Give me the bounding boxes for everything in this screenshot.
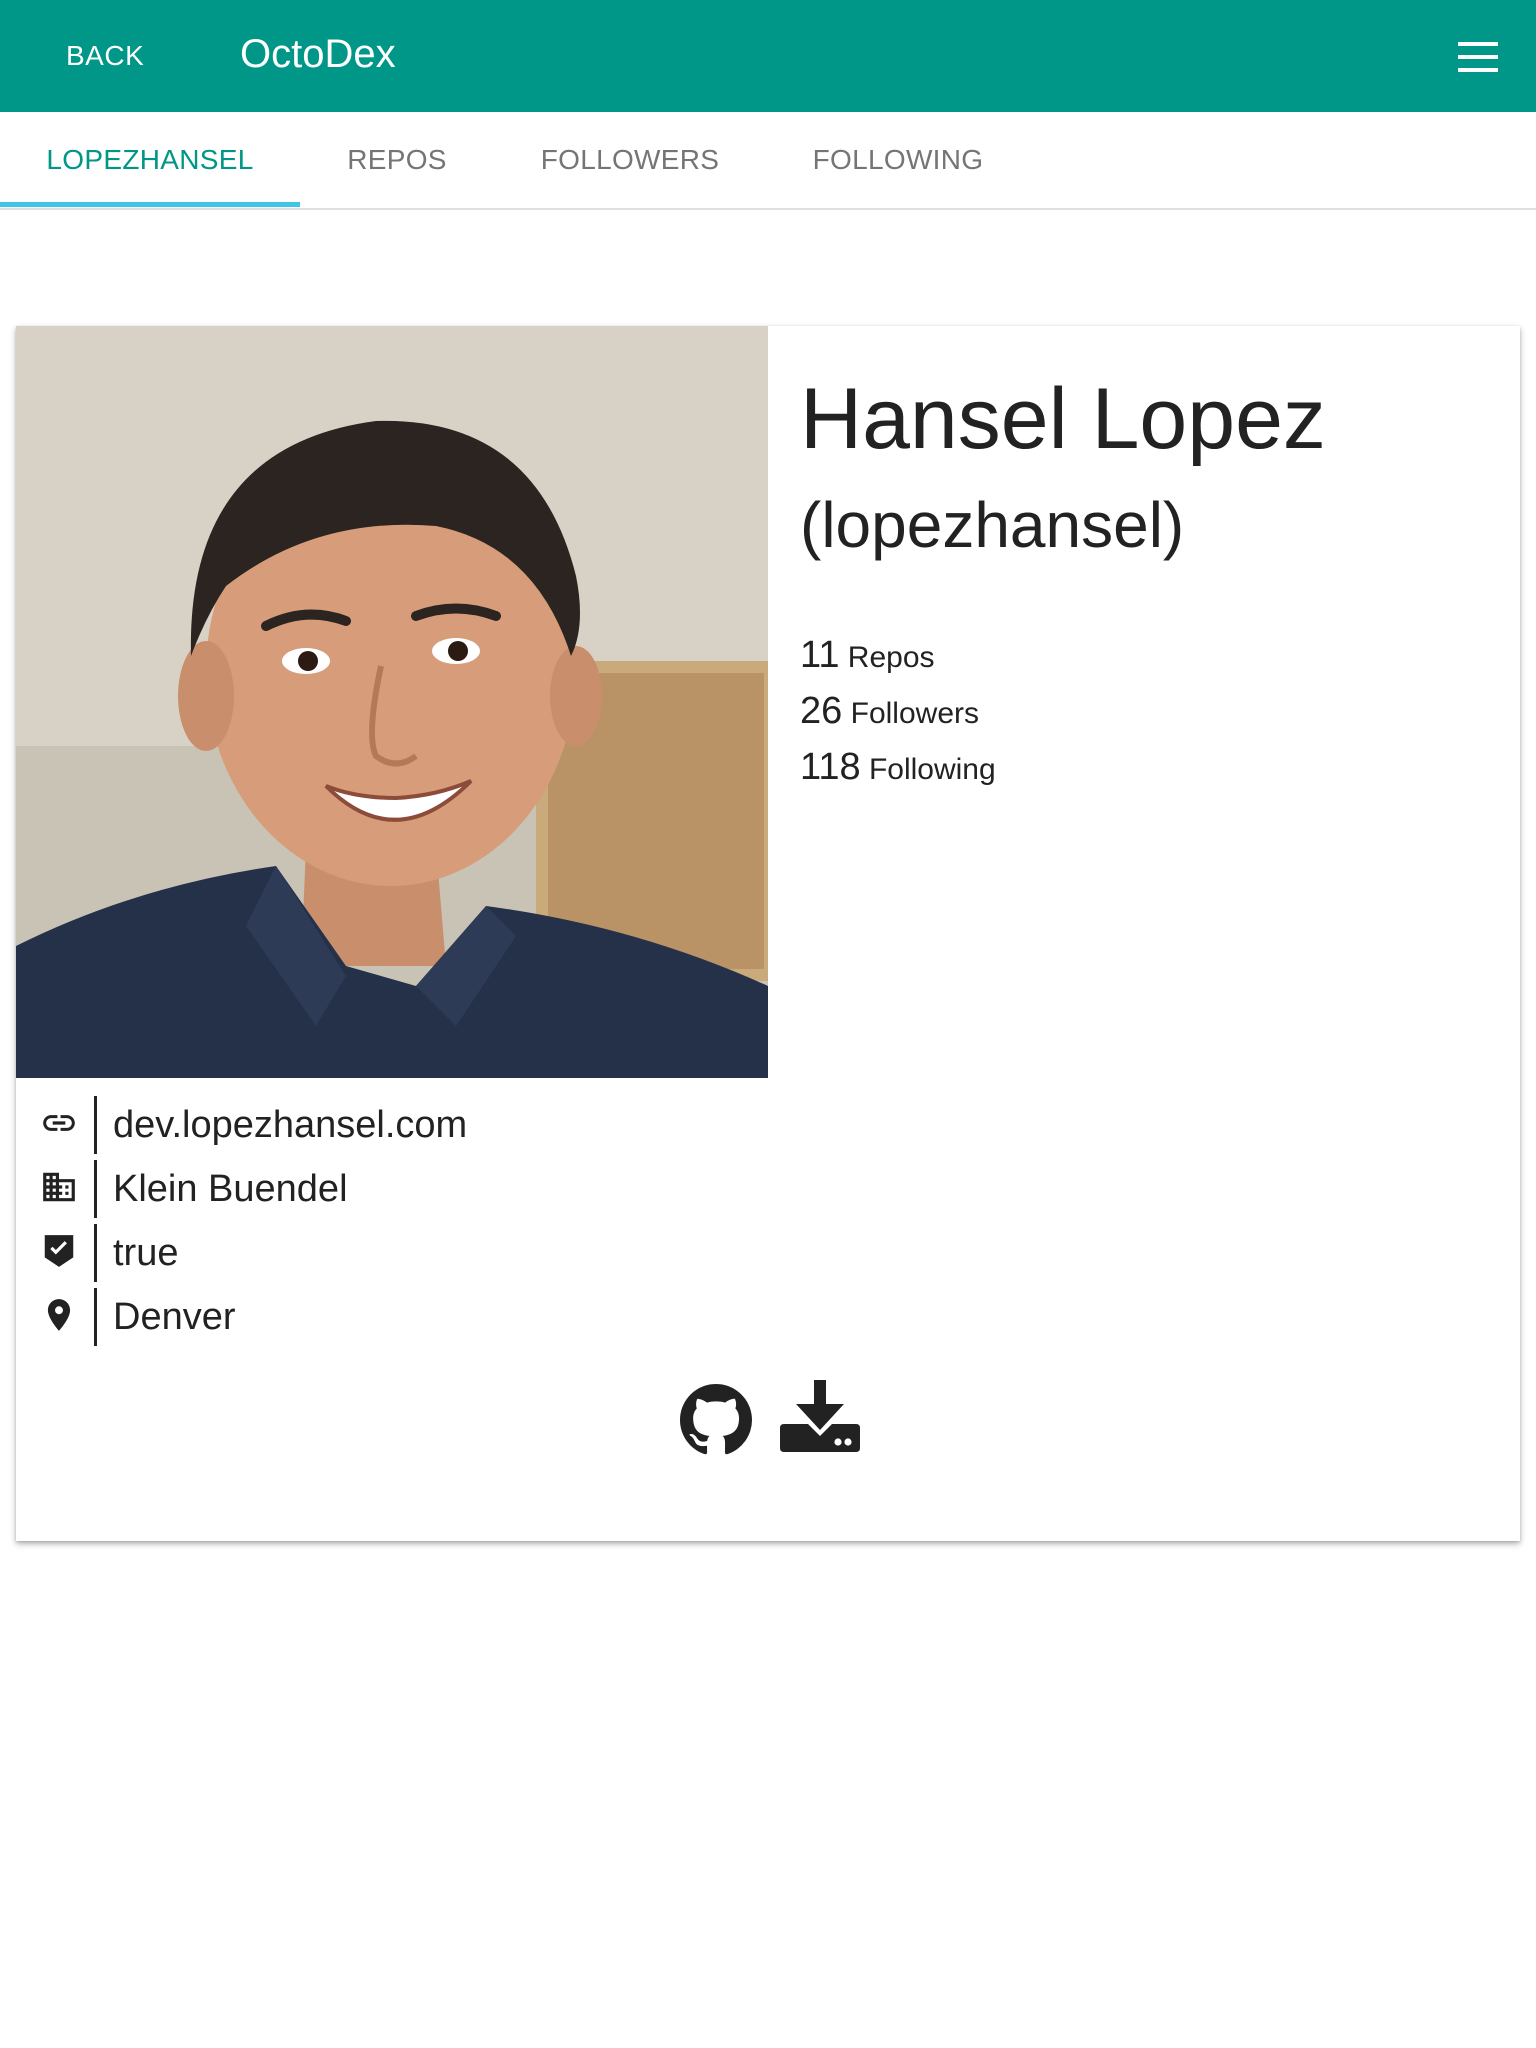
tab-profile[interactable]: LOPEZHANSEL bbox=[0, 112, 300, 208]
stat-repos-label: Repos bbox=[847, 641, 935, 674]
link-icon bbox=[43, 1115, 75, 1131]
detail-divider bbox=[94, 1288, 97, 1346]
detail-company-text: Klein Buendel bbox=[113, 1168, 348, 1210]
download-icon[interactable] bbox=[780, 1380, 860, 1456]
stat-followers: 26 Followers bbox=[800, 690, 979, 733]
building-icon bbox=[43, 1172, 75, 1202]
stat-following: 118 Following bbox=[800, 746, 996, 789]
detail-location: Denver bbox=[40, 1288, 740, 1346]
location-pin-icon bbox=[47, 1299, 71, 1331]
app-title: OctoDex bbox=[240, 32, 396, 76]
github-icon[interactable] bbox=[680, 1384, 752, 1456]
tab-followers[interactable]: FOLLOWERS bbox=[494, 112, 766, 208]
verified-shield-icon bbox=[44, 1235, 74, 1267]
tab-following[interactable]: FOLLOWING bbox=[766, 112, 1030, 208]
detail-website-text[interactable]: dev.lopezhansel.com bbox=[113, 1104, 467, 1147]
detail-website: dev.lopezhansel.com bbox=[40, 1096, 740, 1154]
active-tab-indicator bbox=[0, 202, 300, 207]
app-bar: BACK OctoDex bbox=[0, 0, 1536, 112]
detail-hireable: true bbox=[40, 1224, 740, 1282]
stat-following-label: Following bbox=[868, 753, 996, 786]
stat-repos-count: 11 bbox=[800, 634, 840, 676]
detail-divider bbox=[94, 1096, 97, 1154]
profile-card: Hansel Lopez (lopezhansel) 11 Repos 26 F… bbox=[16, 326, 1520, 1541]
stat-following-count: 118 bbox=[800, 746, 861, 788]
stat-followers-count: 26 bbox=[800, 690, 843, 732]
tab-bar: LOPEZHANSEL REPOS FOLLOWERS FOLLOWING bbox=[0, 112, 1536, 210]
avatar-photo bbox=[16, 326, 768, 1078]
profile-name: Hansel Lopez bbox=[800, 371, 1326, 467]
detail-hireable-text: true bbox=[113, 1232, 179, 1274]
detail-company: Klein Buendel bbox=[40, 1160, 740, 1218]
hamburger-menu-icon[interactable] bbox=[1458, 42, 1498, 72]
detail-location-text: Denver bbox=[113, 1296, 236, 1338]
stat-repos: 11 Repos bbox=[800, 634, 935, 677]
detail-divider bbox=[94, 1160, 97, 1218]
tab-repos[interactable]: REPOS bbox=[300, 112, 494, 208]
avatar bbox=[16, 326, 768, 1078]
profile-login: (lopezhansel) bbox=[800, 489, 1185, 561]
stat-followers-label: Followers bbox=[850, 697, 979, 730]
back-button[interactable]: BACK bbox=[66, 40, 144, 72]
detail-divider bbox=[94, 1224, 97, 1282]
